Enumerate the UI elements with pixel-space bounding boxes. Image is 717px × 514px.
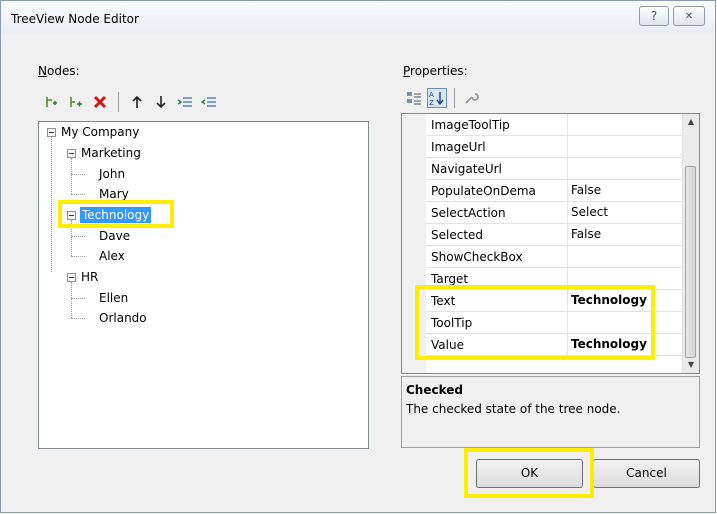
tree-connector <box>51 137 52 272</box>
property-row[interactable]: ImageUrl <box>426 136 683 158</box>
collapse-icon[interactable] <box>47 128 56 137</box>
tree-connector <box>71 256 85 257</box>
nodes-toolbar <box>43 92 218 112</box>
tree-node-orlando[interactable]: Orlando <box>99 310 147 326</box>
toolbar-separator <box>454 88 455 108</box>
property-help-panel: Checked The checked state of the tree no… <box>401 376 700 448</box>
help-button[interactable]: ? <box>639 6 669 26</box>
property-name: ImageToolTip <box>431 118 510 132</box>
help-icon: ? <box>650 9 658 23</box>
window-title: TreeView Node Editor <box>11 12 139 26</box>
cancel-button[interactable]: Cancel <box>593 459 700 488</box>
delete-icon[interactable] <box>91 93 109 111</box>
property-name: ImageUrl <box>431 140 486 154</box>
unindent-icon[interactable] <box>200 93 218 111</box>
alphabetical-icon[interactable]: AZ <box>427 88 447 108</box>
property-name: ShowCheckBox <box>431 250 523 264</box>
highlight-box-technology <box>58 200 174 228</box>
property-row[interactable]: ImageToolTip <box>426 114 683 136</box>
tree-connector <box>71 174 85 175</box>
property-name: PopulateOnDema <box>431 184 536 198</box>
close-button[interactable]: ✕ <box>673 6 705 26</box>
tree-node-alex[interactable]: Alex <box>99 248 125 264</box>
property-value[interactable]: Select <box>567 202 683 223</box>
add-root-icon[interactable] <box>43 93 61 111</box>
move-down-icon[interactable] <box>152 93 170 111</box>
tree-connector <box>71 236 85 237</box>
property-row[interactable]: NavigateUrl <box>426 158 683 180</box>
property-row[interactable]: SelectAction Select <box>426 202 683 224</box>
tree-connector <box>71 298 85 299</box>
highlight-box-text-value <box>415 285 655 360</box>
tree-connector <box>71 194 85 195</box>
scroll-down-icon[interactable]: ▼ <box>683 357 699 373</box>
nodes-label: Nodes: <box>38 64 80 78</box>
help-description: The checked state of the tree node. <box>406 402 621 416</box>
properties-label: Properties: <box>403 64 468 78</box>
property-value[interactable] <box>567 158 683 179</box>
help-title: Checked <box>406 383 463 397</box>
categorized-icon[interactable] <box>405 89 423 107</box>
collapse-icon[interactable] <box>67 273 76 282</box>
tree-connector <box>71 158 72 194</box>
property-value[interactable] <box>567 114 683 135</box>
title-bar: TreeView Node Editor ? ✕ <box>1 1 715 34</box>
treeview-node-editor-dialog: TreeView Node Editor ? ✕ Nodes: My Compa… <box>0 0 716 513</box>
svg-text:Z: Z <box>429 99 434 106</box>
property-name: Target <box>431 272 469 286</box>
tree-node-my-company[interactable]: My Company <box>61 124 139 140</box>
toolbar-separator <box>118 92 119 112</box>
tree-node-dave[interactable]: Dave <box>99 228 130 244</box>
property-name: NavigateUrl <box>431 162 502 176</box>
nodes-tree[interactable]: My Company Marketing John Mary Technolog… <box>38 121 369 449</box>
close-icon: ✕ <box>684 11 694 22</box>
tree-node-marketing[interactable]: Marketing <box>81 145 141 161</box>
scroll-up-icon[interactable]: ▲ <box>683 114 699 130</box>
property-value[interactable]: False <box>567 224 683 245</box>
tree-connector <box>71 318 85 319</box>
add-child-icon[interactable] <box>67 93 85 111</box>
tree-node-john[interactable]: John <box>99 166 125 182</box>
indent-icon[interactable] <box>176 93 194 111</box>
properties-toolbar: AZ <box>405 88 480 108</box>
move-up-icon[interactable] <box>128 93 146 111</box>
tree-connector <box>71 282 72 318</box>
property-grid-scrollbar[interactable]: ▲ ▼ <box>682 114 699 373</box>
tree-node-hr[interactable]: HR <box>81 269 98 285</box>
svg-text:A: A <box>429 91 434 99</box>
property-pages-icon[interactable] <box>462 89 480 107</box>
collapse-icon[interactable] <box>67 149 76 158</box>
property-value[interactable] <box>567 246 683 267</box>
property-name: SelectAction <box>431 206 506 220</box>
property-row[interactable]: Selected False <box>426 224 683 246</box>
tree-node-ellen[interactable]: Ellen <box>99 290 128 306</box>
property-row[interactable]: ShowCheckBox <box>426 246 683 268</box>
scroll-thumb[interactable] <box>685 166 696 358</box>
property-row[interactable]: PopulateOnDema False <box>426 180 683 202</box>
property-value[interactable] <box>567 136 683 157</box>
property-value[interactable]: False <box>567 180 683 201</box>
property-name: Selected <box>431 228 484 242</box>
highlight-box-ok <box>464 448 594 498</box>
